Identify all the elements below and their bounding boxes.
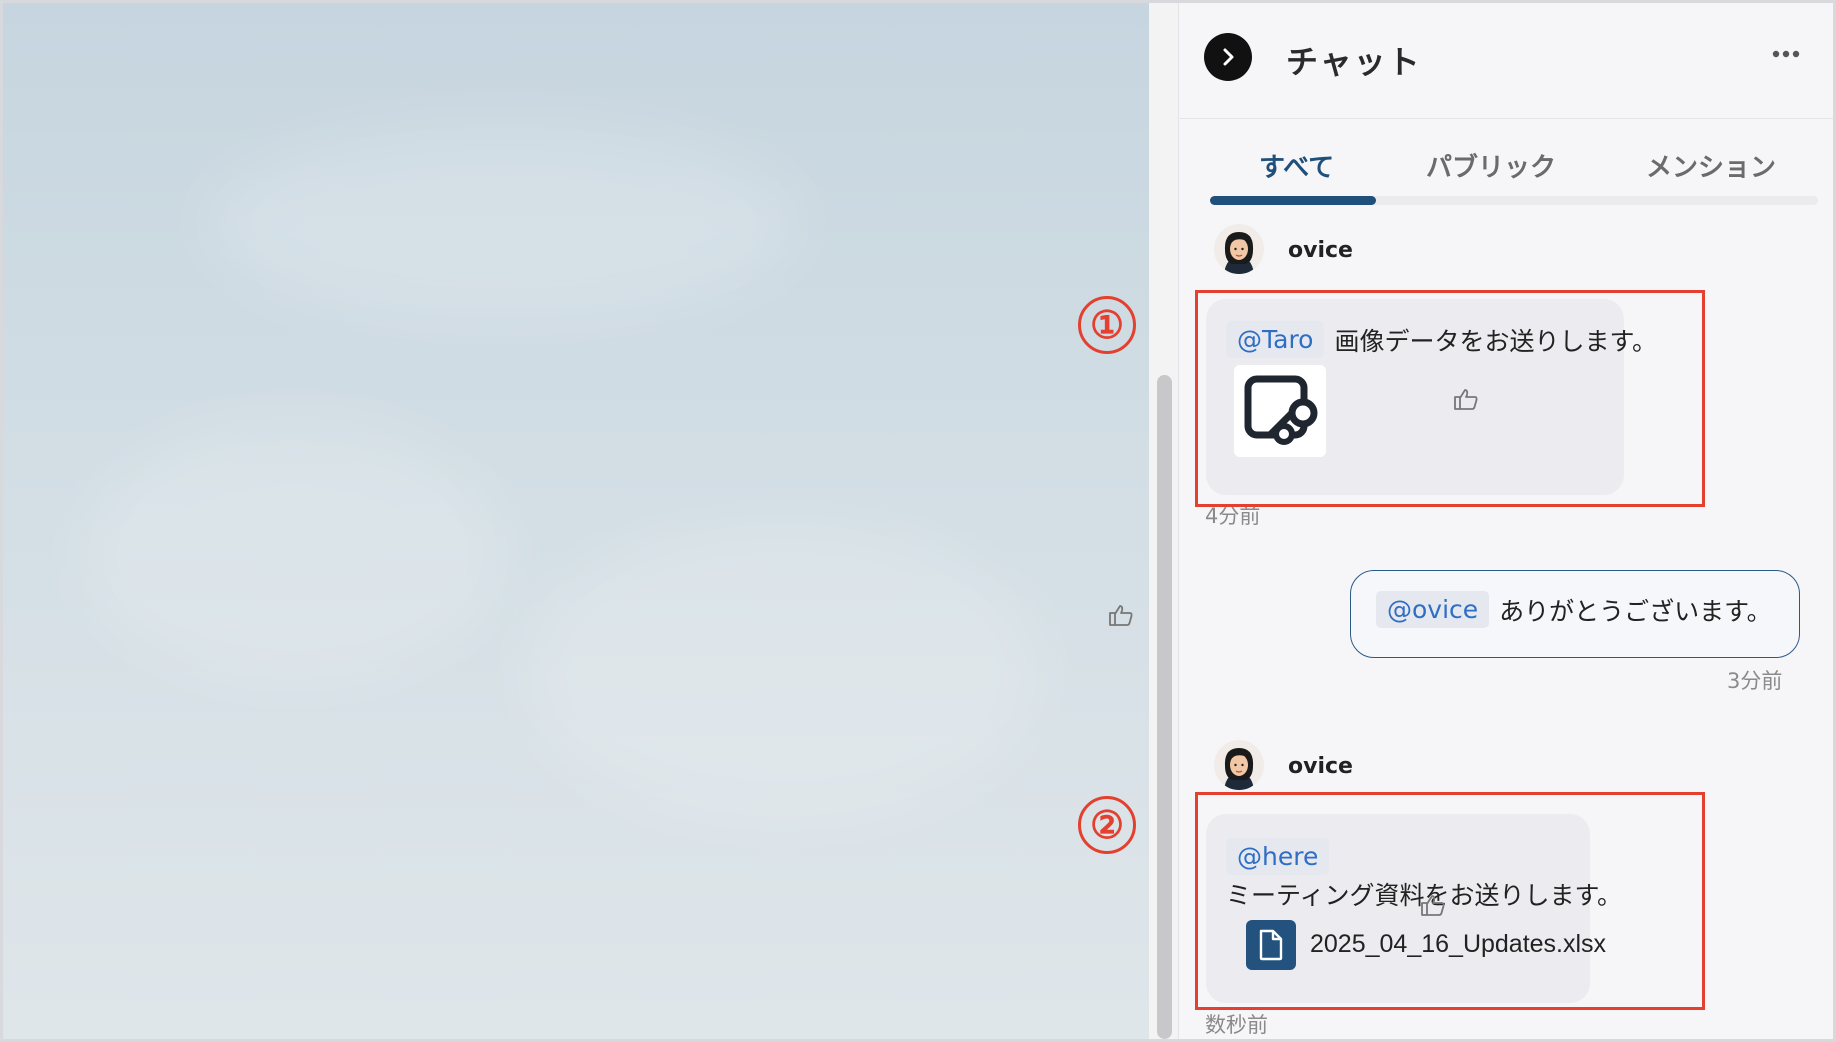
- chat-title: チャット: [1286, 43, 1422, 81]
- tab-public[interactable]: パブリック: [1426, 147, 1556, 184]
- annotation-marker-2: ②: [1078, 796, 1136, 854]
- user-avatar-icon: [1224, 232, 1254, 274]
- more-options-button[interactable]: [1768, 39, 1804, 69]
- message-timestamp: 4分前: [1205, 504, 1261, 528]
- sender-name: ovice: [1288, 754, 1353, 779]
- file-attachment-icon[interactable]: [1246, 920, 1296, 970]
- like-button[interactable]: [1108, 603, 1134, 627]
- avatar[interactable]: [1214, 740, 1264, 790]
- user-avatar-icon: [1224, 748, 1254, 790]
- tab-mentions[interactable]: メンション: [1646, 147, 1776, 184]
- message-timestamp: 数秒前: [1205, 1013, 1268, 1037]
- own-message-bubble: @ovice ありがとうございます。: [1350, 570, 1800, 658]
- scrollbar-thumb[interactable]: [1157, 375, 1172, 1039]
- image-attachment[interactable]: [1234, 365, 1326, 457]
- sender-name: ovice: [1288, 238, 1353, 263]
- file-icon: [1259, 929, 1283, 961]
- thumbs-up-icon: [1421, 895, 1445, 916]
- mention-tag[interactable]: @here: [1226, 838, 1330, 875]
- like-button[interactable]: [1453, 387, 1479, 411]
- mention-tag[interactable]: @Taro: [1226, 321, 1325, 358]
- chat-panel: チャット すべて パブリック メンション ovice @Taro 画像データをお…: [1109, 3, 1833, 1039]
- more-horizontal-icon: [1772, 50, 1800, 58]
- space-background: [3, 3, 1149, 1039]
- thumbs-up-icon: [1109, 605, 1133, 626]
- chat-tabs: すべて パブリック メンション: [1210, 143, 1818, 205]
- like-button[interactable]: [1420, 893, 1446, 917]
- avatar[interactable]: [1214, 224, 1264, 274]
- thumbs-up-icon: [1454, 389, 1478, 410]
- tab-active-indicator: [1210, 196, 1376, 205]
- mention-tag[interactable]: @ovice: [1376, 591, 1490, 628]
- chat-header: チャット: [1180, 3, 1833, 119]
- message-bubble: @here ミーティング資料をお送りします。 2025_04_16_Update…: [1206, 814, 1622, 1003]
- message-timestamp: 3分前: [1727, 669, 1783, 693]
- annotation-marker-1: ①: [1078, 296, 1136, 354]
- message-text: 画像データをお送りします。: [1334, 326, 1657, 356]
- message-bubble: @Taro 画像データをお送りします。: [1206, 299, 1657, 495]
- image-icon: [1244, 375, 1318, 445]
- message-text: ありがとうございます。: [1499, 596, 1772, 626]
- scrollbar[interactable]: [1149, 3, 1179, 1039]
- file-attachment-name[interactable]: 2025_04_16_Updates.xlsx: [1310, 930, 1606, 959]
- collapse-panel-button[interactable]: [1204, 33, 1252, 81]
- chevron-right-icon: [1223, 48, 1234, 66]
- tab-all[interactable]: すべて: [1259, 147, 1334, 184]
